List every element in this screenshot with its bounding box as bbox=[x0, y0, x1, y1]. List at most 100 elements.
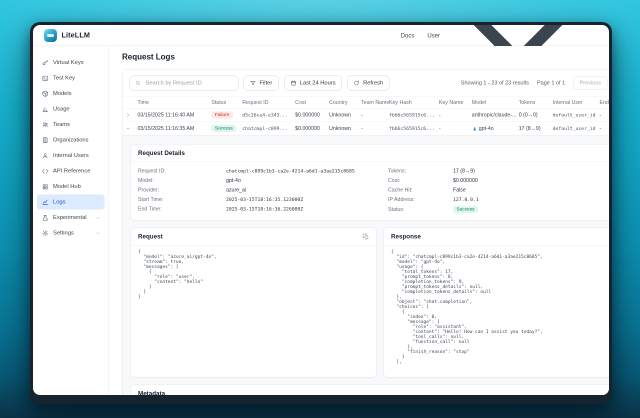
cell-model: anthropic/claude-... bbox=[472, 112, 519, 118]
cell-time: 03/15/2025 11:16:35 AM bbox=[137, 126, 211, 132]
sidebar-item-models[interactable]: Models bbox=[37, 86, 105, 101]
cell-country: Unknown bbox=[329, 126, 361, 132]
cell-team-name: - bbox=[361, 126, 389, 132]
request-id-value: chatcmpl-c899c1b3-ca2e-4214-a6d1-a3ae215… bbox=[226, 168, 355, 174]
sidebar-item-label: Internal Users bbox=[53, 153, 89, 159]
docs-link[interactable]: Docs bbox=[401, 32, 415, 39]
top-navbar: LiteLLM Docs User bbox=[33, 25, 609, 46]
sidebar-item-api-reference[interactable]: API Reference bbox=[37, 164, 105, 179]
request-panel-title: Request bbox=[138, 233, 163, 240]
ip-address-value: 127.0.0.1 bbox=[453, 197, 479, 203]
user-menu-label: User bbox=[427, 32, 440, 39]
field-label: Status: bbox=[388, 207, 453, 213]
col-key-name: Key Name bbox=[439, 100, 472, 106]
cost-value: $0.000000 bbox=[453, 178, 478, 184]
sidebar-item-label: Model Hub bbox=[53, 184, 81, 190]
table-row[interactable]: 03/15/2025 11:16:40 AM Failure d5c26ce4-… bbox=[123, 109, 610, 123]
sidebar-item-logs[interactable]: Logs bbox=[37, 195, 105, 210]
cell-key-name: - bbox=[439, 112, 472, 118]
app-window: LiteLLM Docs User Virtual Keys bbox=[30, 22, 612, 404]
users-icon bbox=[42, 121, 49, 128]
request-json: { "model": "azure_ai/gpt-4o", "stream": … bbox=[138, 250, 369, 300]
sidebar-item-model-hub[interactable]: Model Hub bbox=[37, 179, 105, 194]
litellm-app: LiteLLM Docs User Virtual Keys bbox=[33, 25, 609, 395]
cell-internal-user: default_user_id bbox=[553, 112, 600, 118]
metadata-title: Metadata bbox=[138, 390, 165, 395]
request-panel: Request { "model": "azure_ai/gpt-4o", "s… bbox=[131, 228, 377, 378]
cell-end-user: - bbox=[600, 126, 609, 132]
expanded-row-details: Request Details Request ID:chatcmpl-c899… bbox=[123, 136, 610, 396]
search-input[interactable] bbox=[145, 80, 234, 87]
sidebar-item-label: Virtual Keys bbox=[53, 60, 84, 66]
brand[interactable]: LiteLLM bbox=[44, 29, 90, 42]
field-label: Cost: bbox=[388, 178, 453, 184]
previous-page-button[interactable]: Previous bbox=[573, 77, 607, 90]
request-details-title: Request Details bbox=[138, 150, 185, 157]
logs-card: Filter Last 24 Hours Refresh bbox=[122, 69, 609, 395]
cell-cost: $0.000000 bbox=[295, 112, 329, 118]
sidebar-item-label: API Reference bbox=[53, 168, 90, 174]
col-time: Time bbox=[137, 100, 211, 106]
tokens-value: 17 (8→9) bbox=[453, 168, 475, 174]
gear-icon bbox=[42, 230, 49, 237]
provider-value: azure_ai bbox=[226, 187, 246, 193]
sidebar-item-label: Teams bbox=[53, 122, 70, 128]
table-row[interactable]: 03/15/2025 11:16:35 AM Success chatcmpl-… bbox=[123, 122, 610, 136]
sidebar-item-experimental[interactable]: Experimental bbox=[37, 210, 105, 225]
cell-tokens: 17 (8→9) bbox=[519, 126, 553, 132]
sidebar-item-internal-users[interactable]: Internal Users bbox=[37, 148, 105, 163]
cell-key-name: - bbox=[439, 126, 472, 132]
sidebar: Virtual Keys Test Key Models Usage bbox=[33, 46, 109, 395]
cell-model: gpt-4o bbox=[479, 126, 494, 132]
sidebar-item-label: Organizations bbox=[53, 137, 88, 143]
filter-button-label: Filter bbox=[260, 80, 273, 86]
col-team-name: Team Name bbox=[361, 100, 389, 106]
search-box bbox=[130, 76, 239, 91]
sidebar-item-usage[interactable]: Usage bbox=[37, 102, 105, 117]
field-label: Cache Hit: bbox=[388, 187, 453, 193]
main-content: Request Logs Filter bbox=[109, 46, 609, 395]
page-indicator: Page 1 of 1 bbox=[537, 80, 565, 86]
chevron-down-icon bbox=[96, 215, 101, 220]
field-label: Provider: bbox=[138, 187, 226, 193]
copy-icon[interactable] bbox=[363, 233, 370, 240]
request-details-card: Request Details Request ID:chatcmpl-c899… bbox=[131, 144, 610, 221]
refresh-icon bbox=[354, 80, 360, 86]
litellm-logo-icon bbox=[44, 29, 57, 42]
key-icon bbox=[42, 59, 49, 66]
field-label: Request ID: bbox=[138, 168, 226, 174]
sidebar-item-virtual-keys[interactable]: Virtual Keys bbox=[37, 55, 105, 70]
chevron-down-icon[interactable] bbox=[125, 126, 130, 131]
col-model: Model bbox=[472, 100, 519, 106]
pagination: Showing 1 - 23 of 23 results Page 1 of 1… bbox=[461, 77, 608, 90]
teal-backdrop: LiteLLM Docs User Virtual Keys bbox=[0, 0, 640, 418]
refresh-button[interactable]: Refresh bbox=[347, 76, 390, 91]
time-range-button[interactable]: Last 24 Hours bbox=[284, 76, 342, 91]
brand-name: LiteLLM bbox=[62, 31, 90, 39]
cache-hit-value: False bbox=[453, 187, 466, 193]
metadata-card: Metadata bbox=[131, 385, 610, 395]
filter-button[interactable]: Filter bbox=[244, 76, 279, 91]
sidebar-item-test-key[interactable]: Test Key bbox=[37, 71, 105, 86]
cell-request-id: d5c26ce4-e343... bbox=[242, 112, 295, 118]
chevron-right-icon[interactable] bbox=[125, 113, 130, 118]
sidebar-item-label: Test Key bbox=[53, 75, 75, 81]
bar-chart-icon bbox=[42, 106, 49, 113]
chevron-down-icon bbox=[96, 231, 101, 236]
response-panel-title: Response bbox=[391, 233, 421, 240]
col-tokens: Tokens bbox=[519, 100, 553, 106]
sidebar-item-label: Experimental bbox=[53, 215, 87, 221]
sidebar-item-teams[interactable]: Teams bbox=[37, 117, 105, 132]
status-badge: Failure bbox=[211, 111, 233, 118]
sidebar-item-label: Models bbox=[53, 91, 72, 97]
sidebar-item-label: Logs bbox=[53, 199, 65, 205]
col-status: Status bbox=[211, 100, 242, 106]
sidebar-item-organizations[interactable]: Organizations bbox=[37, 133, 105, 148]
sidebar-item-label: Settings bbox=[53, 230, 74, 236]
logs-toolbar: Filter Last 24 Hours Refresh bbox=[123, 70, 610, 97]
azure-provider-icon bbox=[472, 126, 477, 131]
refresh-button-label: Refresh bbox=[363, 80, 383, 86]
table-header: Time Status Request ID Cost Country Team… bbox=[123, 97, 610, 109]
sidebar-item-settings[interactable]: Settings bbox=[37, 226, 105, 241]
end-time-value: 2025-03-15T18:16:36.226000Z bbox=[226, 206, 303, 212]
